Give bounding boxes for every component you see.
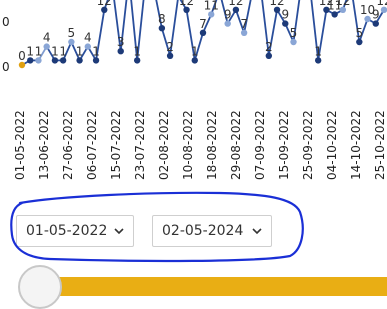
x-tick-label: 25-09-2022 [301, 110, 315, 180]
x-tick-label: 07-09-2022 [253, 110, 267, 180]
data-label: 1 [51, 44, 59, 58]
slider-handle[interactable] [18, 265, 62, 309]
x-tick-label: 23-07-2022 [133, 110, 147, 180]
data-label: 0 [18, 49, 26, 63]
x-tick-label: 14-10-2022 [349, 110, 363, 180]
data-label: 7 [199, 17, 207, 31]
data-label: 1 [26, 44, 34, 58]
data-label: 1 [59, 44, 67, 58]
data-label: 8 [158, 12, 166, 26]
end-date-value: 02-05-2024 [162, 223, 244, 239]
data-label: 11 [204, 0, 219, 12]
data-label: 12 [228, 0, 243, 8]
data-label: 2 [166, 40, 174, 54]
y-tick-label: 0 [2, 60, 10, 74]
data-label: 2 [265, 40, 273, 54]
end-date-select[interactable]: 02-05-2024 [152, 215, 272, 247]
data-label: 1 [133, 44, 141, 58]
data-label: 4 [84, 31, 92, 45]
x-tick-label: 29-08-2022 [229, 110, 243, 180]
data-label: 1 [92, 44, 100, 58]
data-label: 1 [35, 44, 43, 58]
data-label: 9 [372, 8, 380, 22]
x-tick-label: 06-07-2022 [85, 110, 99, 180]
x-tick-label: 02-08-2022 [157, 110, 171, 180]
data-label: 9 [224, 8, 232, 22]
x-tick-label: 15-09-2022 [277, 110, 291, 180]
data-label: 1 [191, 44, 199, 58]
data-label: 3 [117, 35, 125, 49]
line-chart: 0 0 0 1 1 4 1 1 5 1 4 1 12 3 1 8 2 12 1 7 11 9 12 7 2 12 9 5 1 12 11 12… [0, 0, 387, 185]
start-date-value: 01-05-2022 [26, 223, 108, 239]
data-label: 12 [179, 0, 194, 8]
data-label: 1 [314, 44, 322, 58]
chevron-down-icon [252, 228, 262, 235]
data-label: 12 [97, 0, 112, 8]
data-label: 4 [43, 31, 51, 45]
data-label: 5 [355, 26, 363, 40]
x-tick-label: 25-10-2022 [373, 110, 387, 180]
x-tick-label: 10-08-2022 [181, 110, 195, 180]
data-label: 5 [68, 26, 76, 40]
x-tick-label: 18-08-2022 [205, 110, 219, 180]
data-label: 1 [76, 44, 84, 58]
slider-track[interactable] [40, 277, 387, 296]
x-tick-label: 13-06-2022 [37, 110, 51, 180]
x-tick-label: 27-06-2022 [61, 110, 75, 180]
data-label: 9 [281, 8, 289, 22]
data-label: 12 [335, 0, 350, 8]
data-label: 5 [290, 26, 298, 40]
x-tick-label: 01-05-2022 [13, 110, 27, 180]
data-label: 12 [376, 0, 387, 8]
chevron-down-icon [114, 228, 124, 235]
x-tick-label: 04-10-2022 [325, 110, 339, 180]
data-label: 7 [240, 17, 248, 31]
x-tick-label: 15-07-2022 [109, 110, 123, 180]
start-date-select[interactable]: 01-05-2022 [16, 215, 134, 247]
line-chart-svg: 000 1 141 151411231821217119127212951121112… [2, 0, 387, 180]
y-tick-label: 0 [2, 15, 10, 29]
